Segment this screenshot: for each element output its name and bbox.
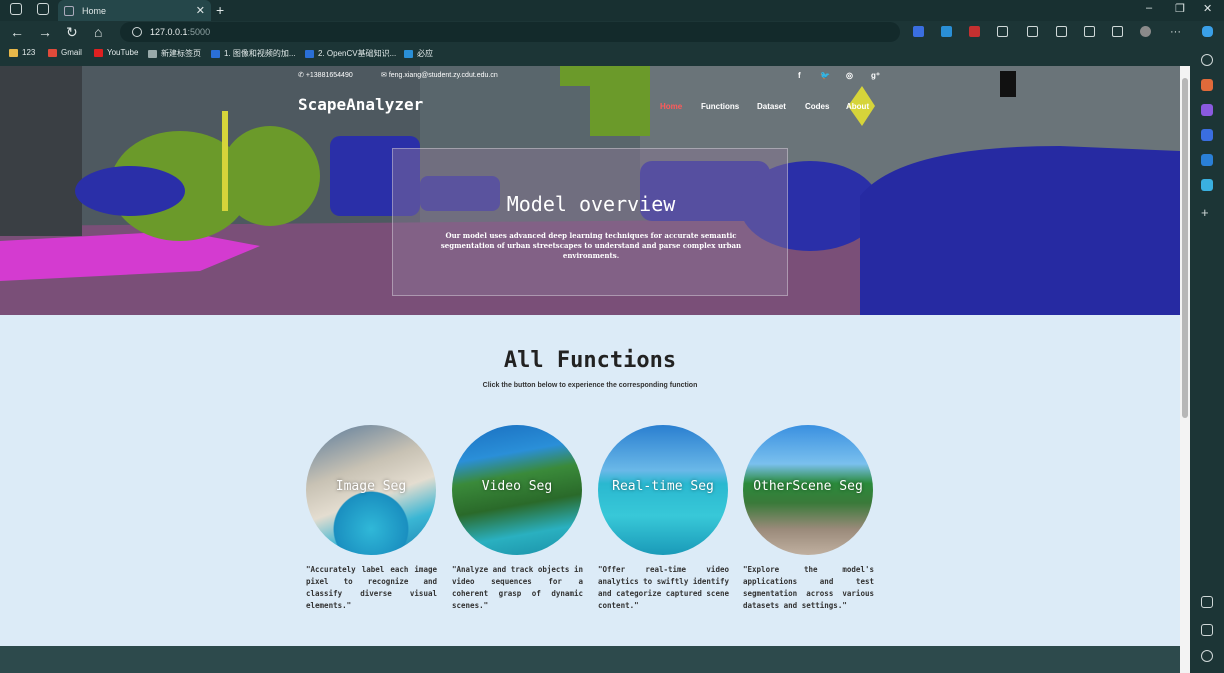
maximize-button[interactable]: ❐ xyxy=(1175,2,1185,15)
profile-avatar[interactable] xyxy=(1140,26,1151,37)
add-icon[interactable]: + xyxy=(1201,206,1213,219)
bookmark-item[interactable]: 新建标签页 xyxy=(148,48,201,59)
tab-close-icon[interactable]: ✕ xyxy=(196,4,205,17)
extension-red-icon[interactable] xyxy=(969,26,980,37)
twitter-icon[interactable]: 🐦 xyxy=(820,71,830,80)
games-icon[interactable] xyxy=(1201,129,1213,141)
gmail-icon xyxy=(48,48,57,57)
nav-dataset[interactable]: Dataset xyxy=(757,102,786,111)
tab-actions-icon[interactable] xyxy=(37,3,49,15)
new-tab-button[interactable]: + xyxy=(216,2,224,18)
url-host: 127.0.0.1 xyxy=(150,27,188,37)
bookmark-site-icon xyxy=(305,49,314,58)
model-overview-panel: Model overview Our model uses advanced d… xyxy=(392,148,788,296)
extension-icon[interactable] xyxy=(941,26,952,37)
bookmark-item[interactable]: 1. 图像和视频的加... xyxy=(211,48,296,59)
performance-icon[interactable] xyxy=(1112,26,1123,37)
functions-title: All Functions xyxy=(503,348,677,373)
site-info-icon[interactable] xyxy=(132,27,142,37)
screen-icon[interactable] xyxy=(1201,596,1213,608)
page-footer xyxy=(0,646,1180,673)
site-logo[interactable]: ScapeAnalyzer xyxy=(298,95,423,114)
otherscene-seg-description: "Explore the model's applications and te… xyxy=(743,565,874,610)
address-bar[interactable]: 127.0.0.1:5000 xyxy=(120,22,900,42)
facebook-icon[interactable]: f xyxy=(798,71,801,80)
window-close-button[interactable]: ✕ xyxy=(1203,2,1212,15)
folder-icon xyxy=(9,48,18,57)
address-row: ← → ↻ ⌂ 127.0.0.1:5000 ··· xyxy=(0,21,1224,43)
bookmark-item[interactable]: YouTube xyxy=(94,48,138,57)
hero-section: ✆ +13881654490 ✉ feng.xiang@student.zy.c… xyxy=(0,66,1180,315)
more-menu-icon[interactable]: ··· xyxy=(1170,24,1181,40)
video-seg-button[interactable]: Video Seg xyxy=(452,425,582,555)
translate-icon[interactable] xyxy=(913,26,924,37)
function-card-video-seg: Video Seg "Analyze and track objects in … xyxy=(452,425,583,612)
extensions-icon[interactable] xyxy=(997,26,1008,37)
function-card-image-seg: Image Seg "Accurately label each image p… xyxy=(306,425,437,612)
bookmarks-bar: 123 Gmail YouTube 新建标签页 1. 图像和视频的加... 2.… xyxy=(0,44,1224,64)
nav-about[interactable]: About xyxy=(846,102,869,111)
nav-functions[interactable]: Functions xyxy=(701,102,739,111)
page-icon xyxy=(148,49,157,58)
web-page: ✆ +13881654490 ✉ feng.xiang@student.zy.c… xyxy=(0,66,1180,673)
image-seg-button[interactable]: Image Seg xyxy=(306,425,436,555)
hero-description: Our model uses advanced deep learning te… xyxy=(440,231,742,260)
dribbble-icon[interactable]: ◎ xyxy=(846,71,853,80)
bookmark-item[interactable]: 123 xyxy=(9,48,35,57)
shopping-icon[interactable] xyxy=(1201,79,1213,91)
video-seg-description: "Analyze and track objects in video sequ… xyxy=(452,565,583,610)
drop-icon[interactable] xyxy=(1201,179,1213,191)
tab-home[interactable]: Home ✕ xyxy=(58,0,211,21)
copilot-icon[interactable] xyxy=(1202,26,1213,37)
bookmark-site-icon xyxy=(211,49,220,58)
collections-icon[interactable] xyxy=(1084,26,1095,37)
back-icon[interactable]: ← xyxy=(10,24,24,40)
phone-text: ✆ +13881654490 xyxy=(298,72,353,79)
outlook-icon[interactable] xyxy=(1201,154,1213,166)
tab-title: Home xyxy=(82,5,107,16)
workspaces-icon[interactable] xyxy=(10,3,22,15)
image-seg-description: "Accurately label each image pixel to re… xyxy=(306,565,437,610)
google-plus-icon[interactable]: g⁺ xyxy=(871,71,880,80)
bookmark-item[interactable]: 2. OpenCV基础知识... xyxy=(305,48,396,59)
favorites-icon[interactable] xyxy=(1056,26,1067,37)
bookmark-item[interactable]: Gmail xyxy=(48,48,82,57)
settings-icon[interactable] xyxy=(1201,650,1213,662)
tab-bar: Home ✕ + – ❐ ✕ xyxy=(0,0,1224,21)
otherscene-seg-button[interactable]: OtherScene Seg xyxy=(743,425,873,555)
home-icon[interactable]: ⌂ xyxy=(94,24,102,40)
functions-subtitle: Click the button below to experience the… xyxy=(482,382,698,389)
nav-codes[interactable]: Codes xyxy=(805,102,829,111)
bookmark-item[interactable]: 必应 xyxy=(404,48,433,59)
page-scrollbar[interactable] xyxy=(1180,66,1190,673)
nav-home[interactable]: Home xyxy=(660,102,682,111)
email-text: ✉ feng.xiang@student.zy.cdut.edu.cn xyxy=(381,72,498,79)
refresh-icon[interactable]: ↻ xyxy=(66,24,78,40)
open-external-icon[interactable] xyxy=(1201,624,1213,636)
function-card-otherscene-seg: OtherScene Seg "Explore the model's appl… xyxy=(743,425,874,612)
browser-chrome: Home ✕ + – ❐ ✕ ← → ↻ ⌂ 127.0.0.1:5000 ··… xyxy=(0,0,1224,66)
url-port: :5000 xyxy=(187,27,211,37)
minimize-button[interactable]: – xyxy=(1146,2,1152,14)
search-icon[interactable] xyxy=(1201,54,1213,66)
page-favicon-icon xyxy=(64,5,74,16)
scrollbar-thumb[interactable] xyxy=(1182,78,1188,418)
bing-icon xyxy=(404,49,413,58)
realtime-seg-button[interactable]: Real-time Seg xyxy=(598,425,728,555)
realtime-seg-description: "Offer real-time video analytics to swif… xyxy=(598,565,729,610)
hero-title: Model overview xyxy=(506,192,676,216)
forward-icon[interactable]: → xyxy=(38,24,52,40)
function-card-realtime-seg: Real-time Seg "Offer real-time video ana… xyxy=(598,425,729,612)
youtube-icon xyxy=(94,48,103,57)
edge-sidebar: + xyxy=(1190,44,1224,673)
tools-icon[interactable] xyxy=(1201,104,1213,116)
split-screen-icon[interactable] xyxy=(1027,26,1038,37)
